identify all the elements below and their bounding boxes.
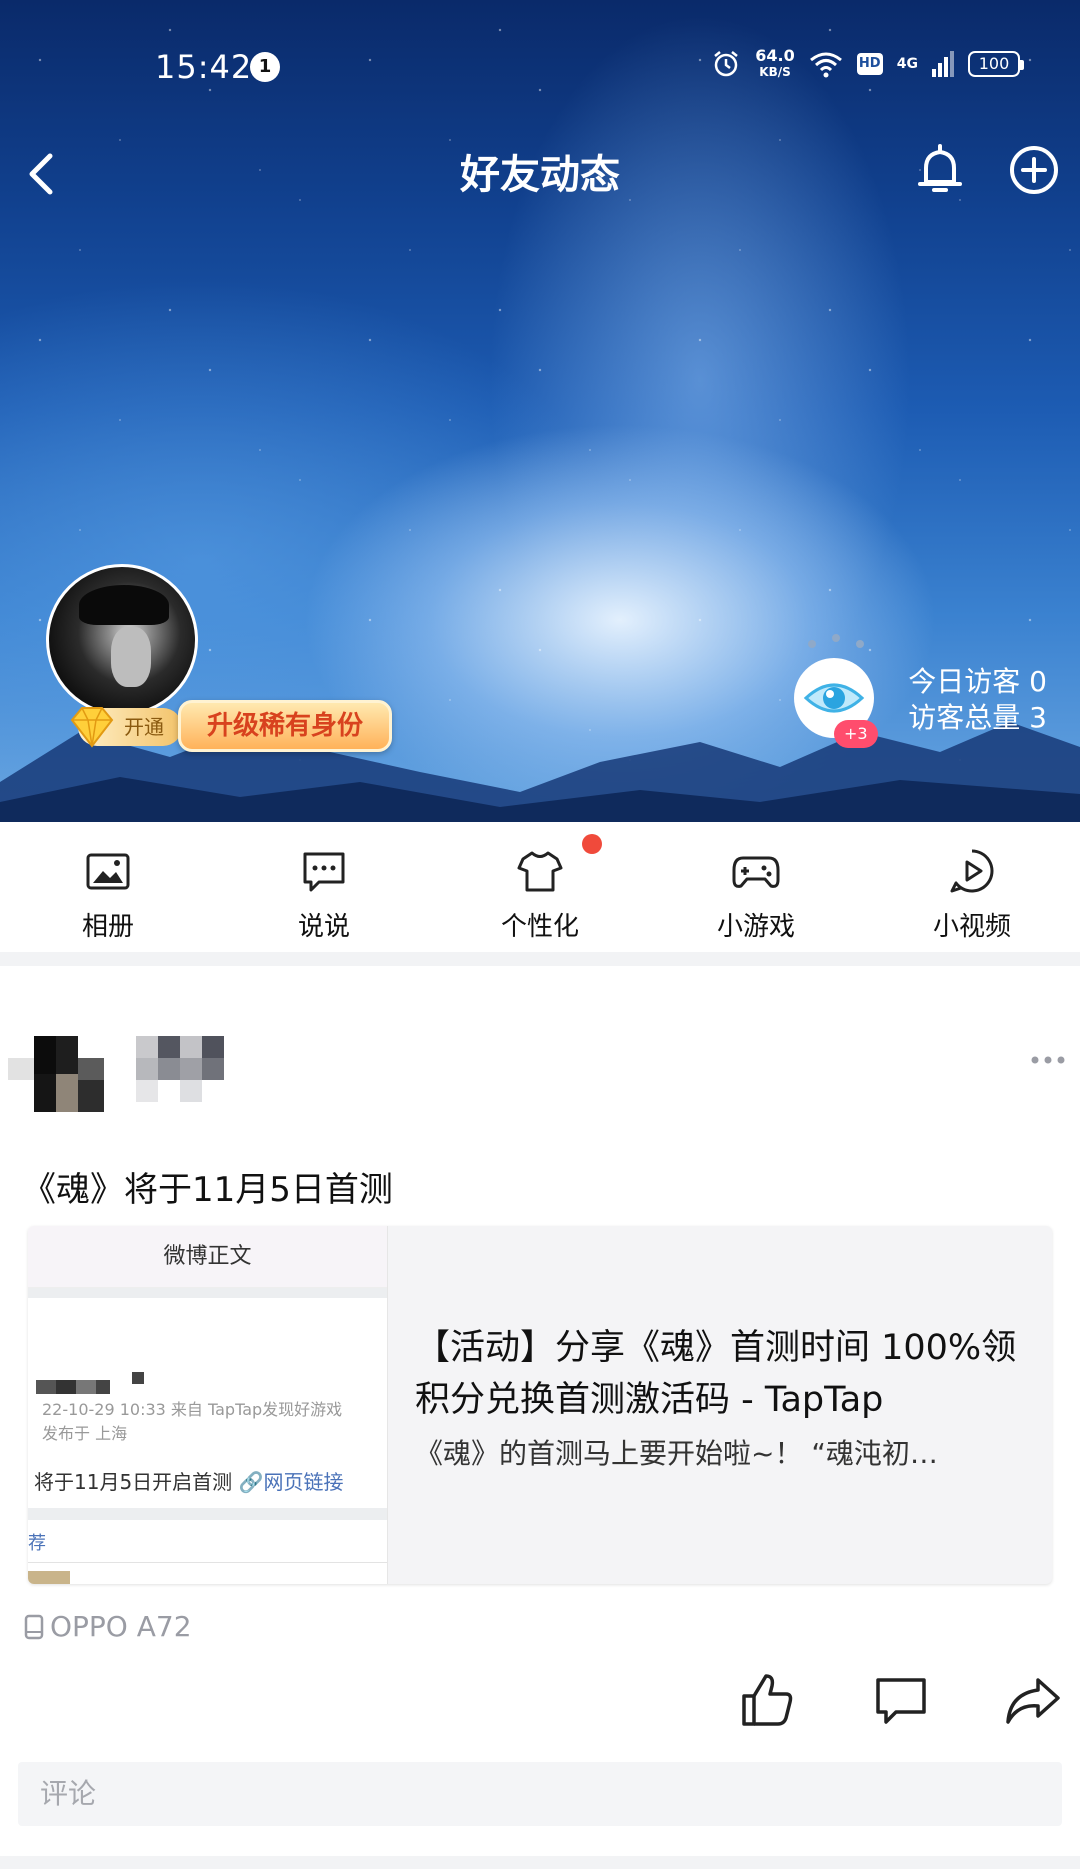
toolbar-item-album[interactable]: 相册 [0,822,216,952]
toolbar-item-minigames[interactable]: 小游戏 [648,822,864,952]
gamepad-icon [732,856,780,888]
thumbnail-meta-location: 发布于 上海 [42,1424,128,1443]
section-divider [0,952,1080,966]
device-source: OPPO A72 [24,1610,192,1643]
chat-bubble-icon [303,852,345,892]
feature-toolbar: 相册 说说 个性化 小游戏 小视频 [0,822,1080,952]
upgrade-identity-button[interactable]: 升级稀有身份 [178,700,393,752]
toolbar-item-personalize[interactable]: 个性化 [432,822,648,952]
status-bar: 15:42 1 64.0 KB/S HD 4G 100 [0,0,1080,130]
diamond-icon [70,707,114,748]
alarm-icon [714,51,739,77]
toolbar-item-videos[interactable]: 小视频 [864,822,1080,952]
thumbnail-meta-time: 22-10-29 10:33 来自 TapTap发现好游戏 [42,1400,343,1419]
toolbar-label: 小游戏 [716,912,795,942]
phone-icon [24,1614,44,1639]
thumbnail-divider [28,1508,387,1520]
post-text: 《魂》将于11月5日首测 [22,1170,393,1210]
toolbar-label: 相册 [81,912,134,942]
notification-count-badge: 1 [250,52,280,82]
toolbar-label: 说说 [297,912,350,942]
tshirt-icon [517,851,563,892]
thumbnail-image-fragment [28,1571,70,1584]
thumbnail-recommend: 荐 [28,1533,46,1554]
top-nav-bar: 好友动态 [0,130,1080,230]
bell-icon[interactable] [912,140,968,200]
like-thumb-icon[interactable] [740,1670,796,1730]
hd-icon: HD [856,53,883,75]
link-title: 【活动】分享《魂》首测时间 100%领积分兑换首测激活码 - TapTap [415,1328,1017,1420]
thumbnail-blurred-name [36,1372,144,1394]
comment-input[interactable]: 评论 [18,1762,1062,1826]
post-author-name[interactable] [136,1036,240,1108]
video-play-icon [950,849,994,893]
thumbnail-body-text: 将于11月5日开启首测 [34,1470,233,1494]
plus-circle-icon[interactable] [1006,142,1062,198]
new-indicator-dot [582,834,602,854]
profile-avatar[interactable] [46,564,198,716]
thumbnail-line [28,1562,387,1563]
status-time: 15:42 [155,48,253,86]
stars-decoration-icon [808,634,864,648]
thumbnail-web-link: 🔗网页链接 [238,1470,344,1494]
signal-icon [932,51,954,77]
network-speed: 64.0 KB/S [755,48,794,80]
post-author-avatar[interactable] [8,1036,112,1112]
device-name: OPPO A72 [50,1610,192,1643]
visitors-total: 访客总量 3 [908,701,1047,734]
wifi-icon [809,52,842,78]
toolbar-label: 小视频 [932,912,1011,942]
network-speed-value: 64.0 [755,46,795,65]
toolbar-label: 个性化 [500,912,579,942]
thumbnail-header: 微博正文 [28,1226,387,1288]
thumbnail-body: 将于11月5日开启首测 🔗网页链接 [34,1466,343,1495]
visitors-today: 今日访客 0 [908,665,1047,698]
visitor-stats[interactable]: 今日访客 0 访客总量 3 [908,664,1047,736]
toolbar-item-moments[interactable]: 说说 [216,822,432,952]
link-description: 《魂》的首测马上要开始啦~！ “魂沌初… [415,1437,938,1470]
battery-indicator: 100 [968,51,1024,77]
album-icon [86,853,130,890]
vip-promo[interactable]: 开通 升级稀有身份 [68,700,398,756]
post-actions [0,1670,1080,1740]
status-right-group: 64.0 KB/S HD 4G 100 [711,48,1024,80]
section-divider [0,1856,1080,1869]
shared-link-card[interactable]: 微博正文 22-10-29 10:33 来自 TapTap发现好游戏 发布于 上… [28,1226,1052,1584]
link-thumbnail: 微博正文 22-10-29 10:33 来自 TapTap发现好游戏 发布于 上… [28,1226,388,1584]
comment-icon[interactable] [874,1676,928,1726]
network-speed-unit: KB/S [759,65,791,79]
visitor-increase-badge: +3 [834,720,878,748]
network-type: 4G [896,56,918,72]
thumbnail-divider [28,1288,387,1298]
share-arrow-icon[interactable] [1004,1674,1062,1726]
more-options-icon[interactable] [1030,1052,1066,1068]
